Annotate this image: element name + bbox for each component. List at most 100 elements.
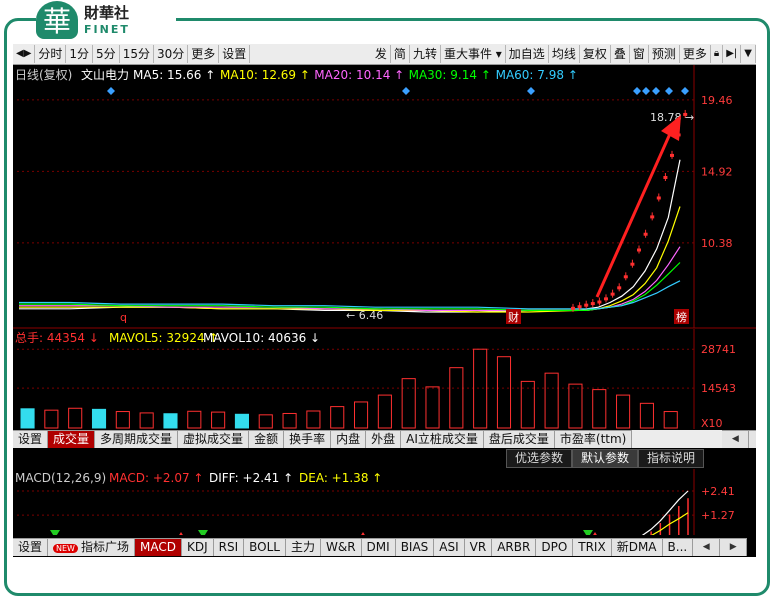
volume-tab-8[interactable]: AI立桩成交量 <box>401 430 484 448</box>
indicator-tab-2[interactable]: MACD <box>134 538 182 556</box>
ma-label-3: MA30: 9.14 ↑ <box>409 68 491 82</box>
volume-unit-label: X10 <box>701 417 723 430</box>
indicator-tab-15[interactable]: 新DMA <box>611 538 663 556</box>
indicator-tab-14[interactable]: TRIX <box>573 538 612 556</box>
low-price-label: ← 6.46 <box>346 309 383 322</box>
indicator-tab-8[interactable]: DMI <box>361 538 396 556</box>
mavol10-label: MAVOL10: 40636 ↓ <box>203 331 320 345</box>
volume-tab-scroll-0[interactable]: ◀ <box>722 430 750 448</box>
high-price-label: 18.78 → <box>650 111 694 124</box>
price-stock-name: 文山电力 <box>81 67 129 82</box>
ma-label-4: MA60: 7.98 ↑ <box>496 68 578 82</box>
toolbar-left-item-0[interactable]: 分时 <box>35 45 67 63</box>
macd-param-tab-1[interactable]: 默认参数 <box>571 449 638 468</box>
panel-toggle-icon[interactable]: ▶| <box>723 45 742 63</box>
indicator-tab-9[interactable]: BIAS <box>395 538 435 556</box>
indicator-tab-bar: 设置 NEW 指标广场 MACD KDJ RSI BOLL 主力 W&R DMI BIAS ASI VR… <box>13 538 748 556</box>
candle-body-12 <box>650 215 655 219</box>
top-toolbar: ◀▶ 分时 1分 5分 15分 30分 更多 设置 发简九转 重大事件 ▾ 加自选 均线 复权叠窗预… <box>13 44 756 65</box>
volume-tab-bar: 设置 成交量 多周期成交量 虚拟成交量 金额 换手率 内盘 外盘 AI立桩成交量 盘后成交量 市盈率… <box>13 430 756 448</box>
indicator-tab-13[interactable]: DPO <box>536 538 574 556</box>
indicator-tab-scroll-1[interactable]: ▶ <box>720 538 748 556</box>
volume-tab-9[interactable]: 盘后成交量 <box>483 430 555 448</box>
price-tick-1: 14.92 <box>701 165 733 178</box>
volume-tab-7[interactable]: 外盘 <box>366 430 402 448</box>
toolbar-right-item-8[interactable]: 窗 <box>630 45 649 63</box>
toolbar-left-item-4[interactable]: 30分 <box>154 45 189 63</box>
indicator-tab-16[interactable]: B... <box>662 538 694 556</box>
macd-param-tab-0[interactable]: 优选参数 <box>505 449 572 468</box>
indicator-tab-scroll-0[interactable]: ◀ <box>693 538 721 556</box>
toolbar-right-item-2[interactable]: 九转 <box>410 45 441 63</box>
volume-tab-0[interactable]: 设置 <box>13 430 49 448</box>
candle-body-0 <box>571 306 575 310</box>
price-panel-bg <box>13 65 756 328</box>
volume-tab-6[interactable]: 内盘 <box>331 430 367 448</box>
macd-value-label: MACD: +2.07 ↑ <box>109 471 203 485</box>
indicator-tab-0[interactable]: 设置 <box>13 538 49 556</box>
candle-body-2 <box>584 303 589 307</box>
toolbar-right-item-4[interactable]: 加自选 <box>506 45 549 63</box>
volume-tab-4[interactable]: 金额 <box>249 430 285 448</box>
candle-body-15 <box>670 153 674 157</box>
volume-bar-6 <box>163 413 178 429</box>
volume-total-label: 总手: 44354 ↓ <box>15 331 99 345</box>
toolbar-right-item-1[interactable]: 简 <box>391 45 410 63</box>
toolbar-left-item-3[interactable]: 15分 <box>120 45 154 63</box>
ma-label-0: MA5: 15.66 ↑ <box>133 68 215 82</box>
logo-seal-icon: 華 <box>36 1 78 39</box>
stock-chart-app: ◀▶ 分时 1分 5分 15分 30分 更多 设置 发简九转 重大事件 ▾ 加自选 均线 复权叠窗预… <box>13 44 756 557</box>
finet-logo: 華 財華社 FINET <box>36 0 176 40</box>
candle-body-7 <box>617 286 622 290</box>
candle-body-5 <box>604 297 608 301</box>
indicator-tab-10[interactable]: ASI <box>434 538 465 556</box>
price-period-label: 日线(复权) <box>15 68 72 82</box>
toolbar-right-item-7[interactable]: 叠 <box>611 45 630 63</box>
toolbar-right-item-3[interactable]: 重大事件 ▾ <box>441 45 506 63</box>
toolbar-right-item-9[interactable]: 预测 <box>649 45 680 63</box>
price-tick-0: 19.46 <box>701 94 733 107</box>
toolbar-right-item-5[interactable]: 均线 <box>549 45 580 63</box>
candle-body-14 <box>663 175 668 179</box>
macd-param-tabs: 优选参数 默认参数 指标说明 <box>505 449 704 468</box>
volume-tab-2[interactable]: 多周期成交量 <box>95 430 179 448</box>
toolbar-right-item-6[interactable]: 复权 <box>580 45 611 63</box>
price-tick-2: 10.38 <box>701 237 733 250</box>
macd-param-tab-2[interactable]: 指标说明 <box>637 449 704 468</box>
indicator-tab-11[interactable]: VR <box>464 538 493 556</box>
volume-tab-3[interactable]: 虚拟成交量 <box>178 430 250 448</box>
toggle-arrows-icon[interactable]: ◀▶ <box>13 45 36 63</box>
logo-name-en: FINET <box>84 22 130 36</box>
toolbar-left-item-2[interactable]: 5分 <box>93 45 120 63</box>
toolbar-right-item-10[interactable]: 更多 <box>680 45 711 63</box>
indicator-tab-3[interactable]: KDJ <box>181 538 214 556</box>
marker-label-2: 榜 <box>676 310 687 324</box>
volume-tab-scroll-1[interactable]: ▶ <box>749 430 756 448</box>
candle-body-13 <box>656 196 661 200</box>
indicator-tab-6[interactable]: 主力 <box>285 538 321 556</box>
indicator-tab-1[interactable]: NEW 指标广场 <box>48 538 135 556</box>
candle-body-1 <box>577 305 582 309</box>
new-badge: NEW <box>53 544 78 553</box>
toolbar-left-item-1[interactable]: 1分 <box>66 45 94 63</box>
volume-tick-1: 14543 <box>701 382 736 395</box>
lock-icon[interactable]: 🔒︎ <box>711 45 724 63</box>
indicator-tab-7[interactable]: W&R <box>320 538 362 556</box>
marker-label-1: 财 <box>508 310 519 324</box>
volume-tab-10[interactable]: 市盈率(ttm) <box>554 430 633 448</box>
diff-value-label: DIFF: +2.41 ↑ <box>209 471 293 485</box>
chevron-down-icon[interactable]: ▼ <box>741 45 756 63</box>
candle-body-10 <box>637 248 641 252</box>
indicator-tab-12[interactable]: ARBR <box>492 538 537 556</box>
ma-label-1: MA10: 12.69 ↑ <box>220 68 310 82</box>
indicator-tab-4[interactable]: RSI <box>213 538 245 556</box>
toolbar-left-item-5[interactable]: 更多 <box>188 45 220 63</box>
indicator-tab-5[interactable]: BOLL <box>244 538 286 556</box>
toolbar-right-item-0[interactable]: 发 <box>372 45 391 63</box>
toolbar-left-item-6[interactable]: 设置 <box>219 45 251 63</box>
marker-label-0: q <box>120 311 127 324</box>
candle-body-3 <box>590 302 595 306</box>
candle-body-8 <box>623 275 628 279</box>
volume-tab-1[interactable]: 成交量 <box>48 430 96 448</box>
volume-tab-5[interactable]: 换手率 <box>284 430 332 448</box>
